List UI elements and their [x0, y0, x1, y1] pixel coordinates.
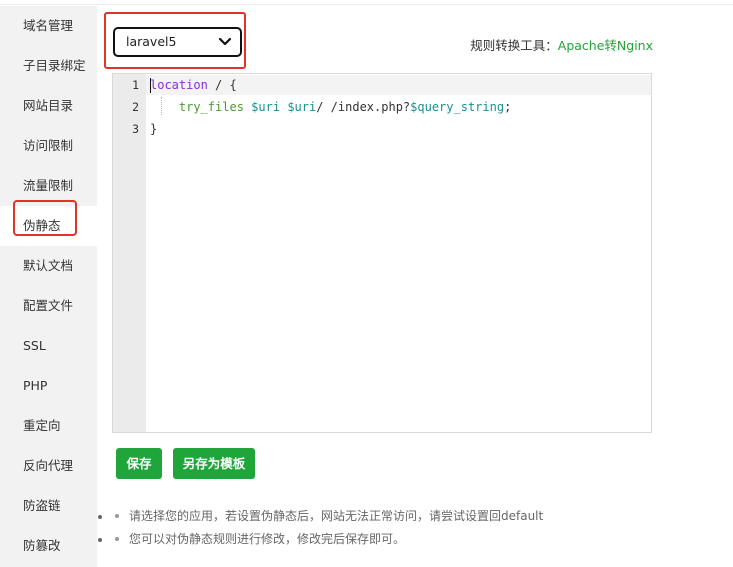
rewrite-rule-editor[interactable]: 1 2 3 location / { try_files $uri $uri/ …: [112, 73, 652, 433]
chevron-down-icon: [218, 37, 232, 46]
sidebar-item-reverse-proxy[interactable]: 反向代理: [0, 446, 97, 486]
sidebar-item-tamper-protection[interactable]: 防篡改: [0, 526, 97, 566]
selected-template-value: laravel5: [126, 34, 177, 49]
line-number: 2: [132, 100, 139, 114]
sidebar-item-default-document[interactable]: 默认文档: [0, 246, 97, 286]
sidebar-item-site-directory[interactable]: 网站目录: [0, 86, 97, 126]
sidebar-item-redirect[interactable]: 重定向: [0, 406, 97, 446]
sidebar-item-access-limit[interactable]: 访问限制: [0, 126, 97, 166]
code-token: $query_string: [410, 100, 505, 114]
sidebar-nav: 域名管理 子目录绑定 网站目录 访问限制 流量限制 伪静态 默认文档 配置文件 …: [0, 6, 97, 567]
sidebar-item-php[interactable]: PHP: [0, 366, 97, 406]
save-button[interactable]: 保存: [116, 448, 162, 479]
code-token: / /index.php?: [316, 100, 411, 114]
code-token: $uri: [251, 100, 281, 114]
code-token: $uri: [287, 100, 317, 114]
code-line: location / {: [150, 78, 237, 92]
top-divider: [0, 0, 733, 5]
code-token: }: [150, 122, 158, 136]
sidebar-item-rewrite[interactable]: 伪静态: [0, 206, 97, 246]
sidebar-item-subdirectory[interactable]: 子目录绑定: [0, 46, 97, 86]
sidebar-item-domain[interactable]: 域名管理: [0, 6, 97, 46]
help-tips: 请选择您的应用，若设置伪静态后，网站无法正常访问，请尝试设置回default 您…: [112, 506, 543, 552]
code-token: location: [150, 78, 208, 92]
code-token: try_files: [178, 100, 244, 114]
line-number: 3: [132, 122, 139, 136]
text-cursor: [150, 78, 151, 93]
apache-to-nginx-link[interactable]: Apache转Nginx: [558, 38, 653, 53]
code-token: ;: [504, 100, 512, 114]
sidebar-item-traffic-limit[interactable]: 流量限制: [0, 166, 97, 206]
save-as-template-button[interactable]: 另存为模板: [173, 448, 255, 479]
tip-item: 请选择您的应用，若设置伪静态后，网站无法正常访问，请尝试设置回default: [112, 506, 543, 529]
sidebar-item-config-file[interactable]: 配置文件: [0, 286, 97, 326]
sidebar-item-ssl[interactable]: SSL: [0, 326, 97, 366]
tip-item: 您可以对伪静态规则进行修改，修改完后保存即可。: [112, 529, 543, 552]
code-line: }: [150, 122, 157, 136]
sidebar-item-hotlink-protection[interactable]: 防盗链: [0, 486, 97, 526]
code-line: try_files $uri $uri/ /index.php?$query_s…: [150, 100, 511, 114]
rule-converter: 规则转换工具：Apache转Nginx: [470, 35, 653, 54]
converter-label: 规则转换工具：: [470, 38, 558, 53]
rewrite-template-select[interactable]: laravel5: [113, 27, 242, 57]
line-number: 1: [132, 78, 139, 92]
line-number-gutter: 1 2 3: [113, 74, 146, 432]
code-token: / {: [207, 78, 237, 92]
